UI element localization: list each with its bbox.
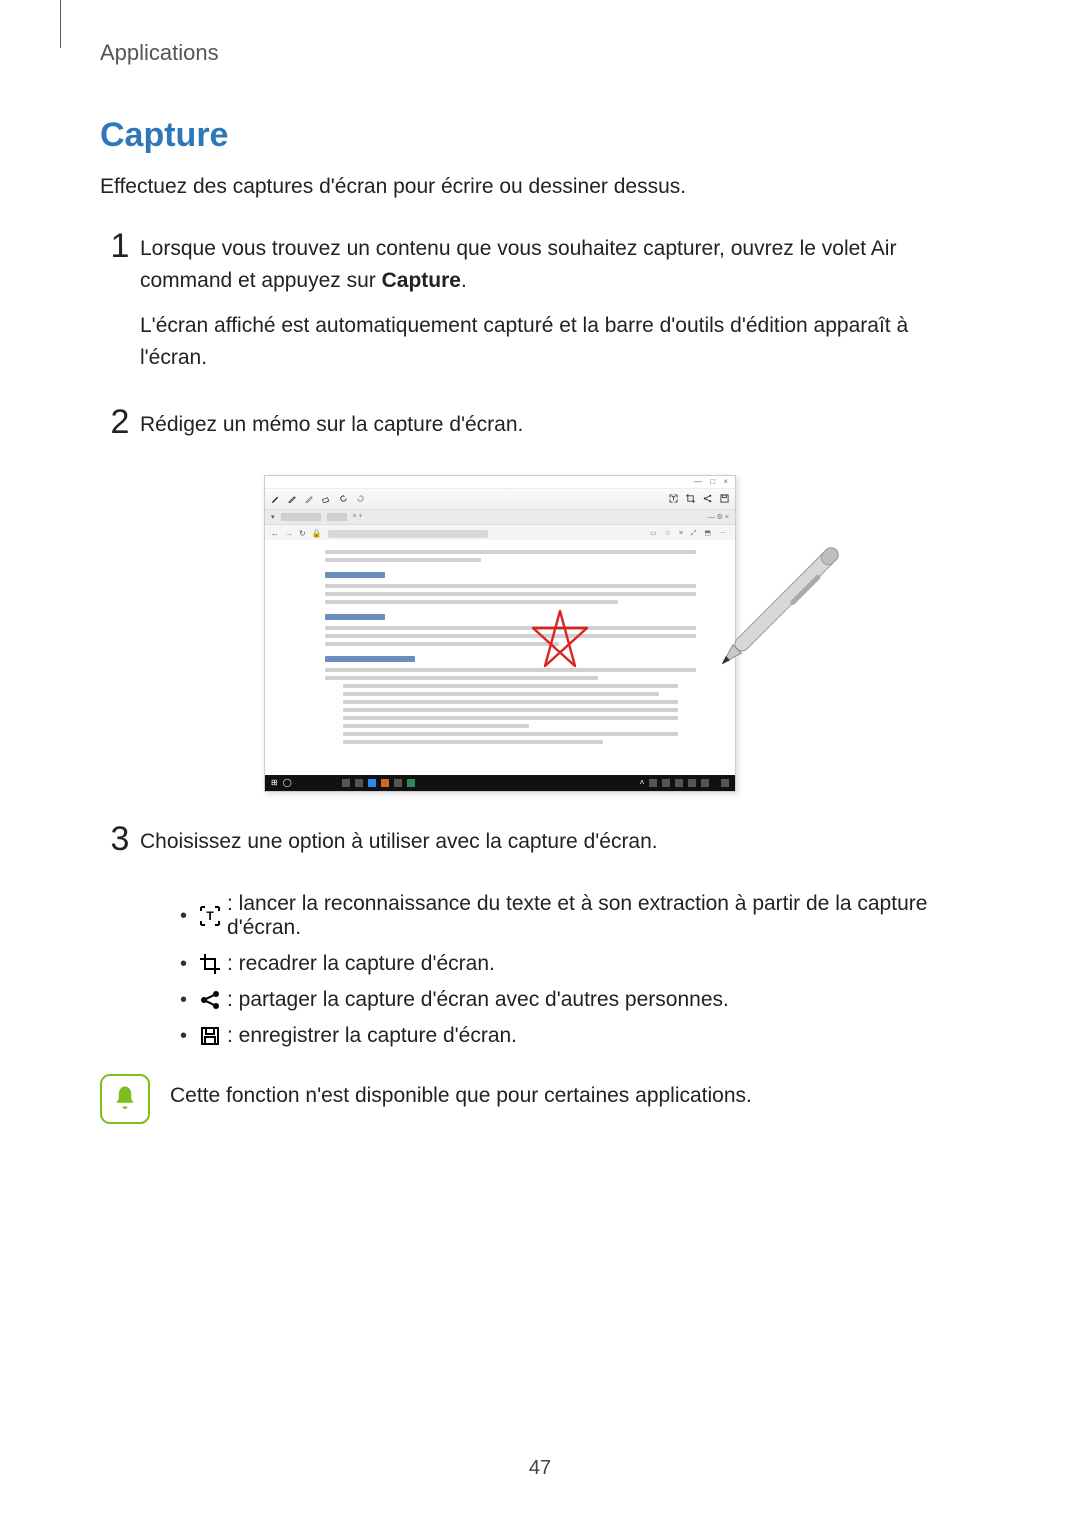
illustration: — □ × ▾ — [100, 475, 980, 792]
step-2: 2 Rédigez un mémo sur la capture d'écran… — [100, 405, 980, 455]
options-list: T : lancer la reconnaissance du texte et… — [140, 892, 980, 1048]
start-icon: ⊞ — [271, 778, 278, 787]
step-1: 1 Lorsque vous trouvez un contenu que vo… — [100, 229, 980, 387]
crop-icon — [686, 494, 695, 503]
step1-p1: Lorsque vous trouvez un contenu que vous… — [140, 233, 980, 296]
browser-content — [265, 540, 735, 775]
screenshot-body: — □ × ▾ — [264, 475, 736, 792]
redo-icon — [356, 494, 365, 503]
share-icon — [703, 494, 712, 503]
stylus-pen-icon — [681, 515, 871, 705]
undo-icon — [339, 494, 348, 503]
svg-text:T: T — [206, 909, 214, 923]
step2-text: Rédigez un mémo sur la capture d'écran. — [140, 409, 523, 441]
step-3: 3 Choisissez une option à utiliser avec … — [100, 822, 980, 872]
step1-p2: L'écran affiché est automatiquement capt… — [140, 310, 980, 373]
save-icon — [199, 1025, 221, 1047]
breadcrumb: Applications — [100, 40, 980, 66]
note-bell-icon — [100, 1074, 150, 1124]
text-extract-icon: T — [199, 905, 221, 927]
option-share: : partager la capture d'écran avec d'aut… — [180, 988, 980, 1012]
option-save: : enregistrer la capture d'écran. — [180, 1024, 980, 1048]
window-controls: — □ × — [694, 477, 731, 486]
pen-black-icon — [271, 494, 280, 503]
eraser-icon — [322, 494, 331, 503]
pen-outline-icon — [288, 494, 297, 503]
note-text: Cette fonction n'est disponible que pour… — [170, 1074, 752, 1108]
highlighter-icon — [305, 494, 314, 503]
option-crop: : recadrer la capture d'écran. — [180, 952, 980, 976]
browser-tabbar: ▾ × + — ⚙ × — [265, 510, 735, 525]
step-number: 2 — [100, 405, 140, 439]
share-icon — [199, 989, 221, 1011]
capture-toolbar — [265, 489, 735, 510]
save-icon — [720, 494, 729, 503]
cortana-icon: ◯ — [283, 778, 292, 787]
crop-icon — [199, 953, 221, 975]
taskbar: ⊞ ◯ ˄ — [265, 775, 735, 791]
note-callout: Cette fonction n'est disponible que pour… — [100, 1074, 980, 1124]
step3-lead: Choisissez une option à utiliser avec la… — [140, 826, 658, 858]
page-title: Capture — [100, 116, 980, 155]
text-extract-icon — [669, 494, 678, 503]
step-number: 1 — [100, 229, 140, 263]
window-titlebar: — □ × — [265, 476, 735, 489]
step-number: 3 — [100, 822, 140, 856]
intro-text: Effectuez des captures d'écran pour écri… — [100, 175, 980, 199]
option-extract-text: T : lancer la reconnaissance du texte et… — [180, 892, 980, 940]
page-number: 47 — [0, 1457, 1080, 1480]
